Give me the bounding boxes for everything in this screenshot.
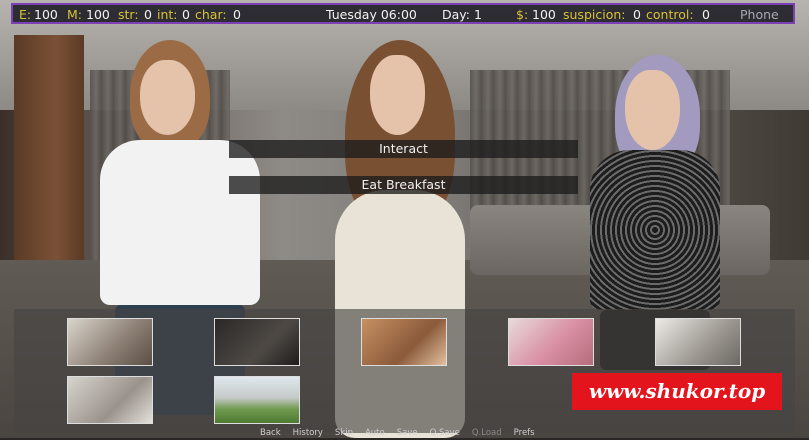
str-label: str: [118, 7, 139, 22]
mana-label: M: [67, 7, 82, 22]
quick-back[interactable]: Back [260, 428, 281, 438]
time-display: Tuesday 06:00 [326, 7, 417, 22]
phone-button[interactable]: Phone [740, 6, 779, 23]
choice-interact[interactable]: Interact [229, 140, 578, 158]
pink-living-room-thumbnail[interactable] [508, 318, 594, 366]
char-label: char: [195, 7, 227, 22]
int-label: int: [157, 7, 178, 22]
day-display: Day: 1 [442, 7, 482, 22]
quick-prefs[interactable]: Prefs [514, 428, 535, 438]
location-panel [14, 309, 795, 433]
money-label: $: [516, 7, 529, 22]
watermark: www.shukor.top [572, 373, 782, 410]
control-value: 0 [702, 7, 710, 22]
quick-menu: Back History Skip Auto Save Q.Save Q.Load Prefs [260, 428, 547, 440]
dark-room-thumbnail[interactable] [214, 318, 300, 366]
suspicion-value: 0 [633, 7, 641, 22]
energy-value: 100 [34, 7, 58, 22]
control-label: control: [646, 7, 694, 22]
kitchen-thumbnail[interactable] [361, 318, 447, 366]
quick-qload[interactable]: Q.Load [472, 428, 502, 438]
hallway-thumbnail[interactable] [67, 376, 153, 424]
stats-bar: E: 100 M: 100 str: 0 int: 0 char: 0 Tues… [11, 3, 795, 24]
quick-save[interactable]: Save [397, 428, 418, 438]
quick-auto[interactable]: Auto [365, 428, 385, 438]
outdoor-street-thumbnail[interactable] [214, 376, 300, 424]
energy-label: E: [19, 7, 32, 22]
bathroom-thumbnail[interactable] [655, 318, 741, 366]
mana-value: 100 [86, 7, 110, 22]
quick-qsave[interactable]: Q.Save [430, 428, 460, 438]
choice-eat-breakfast[interactable]: Eat Breakfast [229, 176, 578, 194]
suspicion-label: suspicion: [563, 7, 626, 22]
quick-history[interactable]: History [293, 428, 323, 438]
str-value: 0 [144, 7, 152, 22]
money-value: 100 [532, 7, 556, 22]
bedroom-thumbnail[interactable] [67, 318, 153, 366]
char-value: 0 [233, 7, 241, 22]
int-value: 0 [182, 7, 190, 22]
quick-skip[interactable]: Skip [335, 428, 353, 438]
